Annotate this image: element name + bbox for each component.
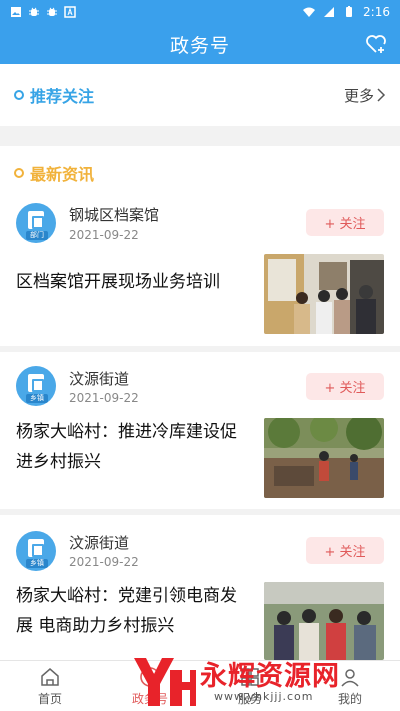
- nav-home-label: 首页: [37, 691, 62, 706]
- source-name[interactable]: 钢城区档案馆: [69, 204, 159, 225]
- watermark-text: 永辉资源网: [200, 661, 340, 692]
- status-time: 2:16: [363, 5, 390, 19]
- page-title: 政务号: [169, 34, 230, 57]
- publish-date: 2021-09-22: [69, 391, 139, 405]
- news-title: 最新资讯: [30, 164, 95, 184]
- avatar-badge: 部门: [26, 231, 48, 240]
- signal-icon: [324, 7, 335, 17]
- wifi-icon: [303, 7, 316, 17]
- source-avatar: 部门: [16, 203, 56, 243]
- status-icons-right: 2:16: [303, 5, 390, 19]
- publish-date: 2021-09-22: [69, 555, 139, 569]
- article-title[interactable]: 杨家大峪村：推进冷库建设促进乡村振兴: [16, 417, 252, 477]
- recommend-title: 推荐关注: [30, 87, 95, 106]
- building-icon: [28, 374, 44, 392]
- article-thumbnail[interactable]: [264, 418, 384, 498]
- status-bar: 2:16: [0, 0, 400, 24]
- article-thumbnail[interactable]: [264, 582, 384, 660]
- recommend-section: 推荐关注 更多: [0, 64, 400, 126]
- publish-date: 2021-09-22: [69, 228, 139, 242]
- news-card[interactable]: 部门 钢城区档案馆 2021-09-22 + 关注 区档案馆开展现场业务培训: [0, 199, 400, 346]
- bug-notification-icon-2: [47, 7, 57, 16]
- watermark-url: www.yhkjjj.com: [214, 690, 314, 703]
- news-card[interactable]: 乡镇 汶源街道 2021-09-22 + 关注 杨家大峪村：推进冷库建设促进乡村…: [0, 352, 400, 509]
- article-thumbnail[interactable]: [264, 254, 384, 334]
- source-name[interactable]: 汶源街道: [69, 532, 129, 553]
- follow-button[interactable]: + 关注: [306, 209, 384, 236]
- follow-button[interactable]: + 关注: [306, 373, 384, 400]
- home-icon: [41, 667, 59, 686]
- app-header: 政务号: [0, 24, 400, 64]
- text-notification-icon: [64, 6, 76, 18]
- construction-photo-image: [264, 418, 384, 498]
- watermark: 永辉资源网 www.yhkjjj.com: [130, 652, 400, 711]
- heart-plus-icon[interactable]: [364, 32, 388, 56]
- image-notification-icon: [11, 7, 21, 17]
- article-title[interactable]: 杨家大峪村：党建引领电商发展 电商助力乡村振兴: [16, 581, 252, 641]
- avatar-badge: 乡镇: [26, 559, 48, 568]
- recommend-bullet-icon: [14, 90, 24, 100]
- source-avatar: 乡镇: [16, 531, 56, 571]
- building-icon: [28, 539, 44, 557]
- source-name[interactable]: 汶源街道: [69, 368, 129, 389]
- training-photo-image: [264, 254, 384, 334]
- ecommerce-photo-image: [264, 582, 384, 660]
- news-bullet-icon: [14, 167, 24, 178]
- chevron-right-icon: [377, 88, 386, 102]
- more-button[interactable]: 更多: [344, 85, 386, 106]
- nav-home[interactable]: 首页: [0, 661, 100, 711]
- follow-button[interactable]: + 关注: [306, 537, 384, 564]
- avatar-badge: 乡镇: [26, 394, 48, 403]
- article-title[interactable]: 区档案馆开展现场业务培训: [16, 267, 252, 297]
- watermark-logo-icon: [134, 658, 196, 706]
- building-icon: [28, 211, 44, 229]
- news-section-header: 最新资讯: [0, 146, 400, 199]
- source-avatar: 乡镇: [16, 366, 56, 406]
- bug-notification-icon: [29, 7, 39, 16]
- status-icons-left: [10, 6, 76, 18]
- news-card[interactable]: 乡镇 汶源街道 2021-09-22 + 关注 杨家大峪村：党建引领电商发展 电…: [0, 515, 400, 660]
- battery-icon: [346, 6, 353, 17]
- more-label: 更多: [343, 86, 374, 105]
